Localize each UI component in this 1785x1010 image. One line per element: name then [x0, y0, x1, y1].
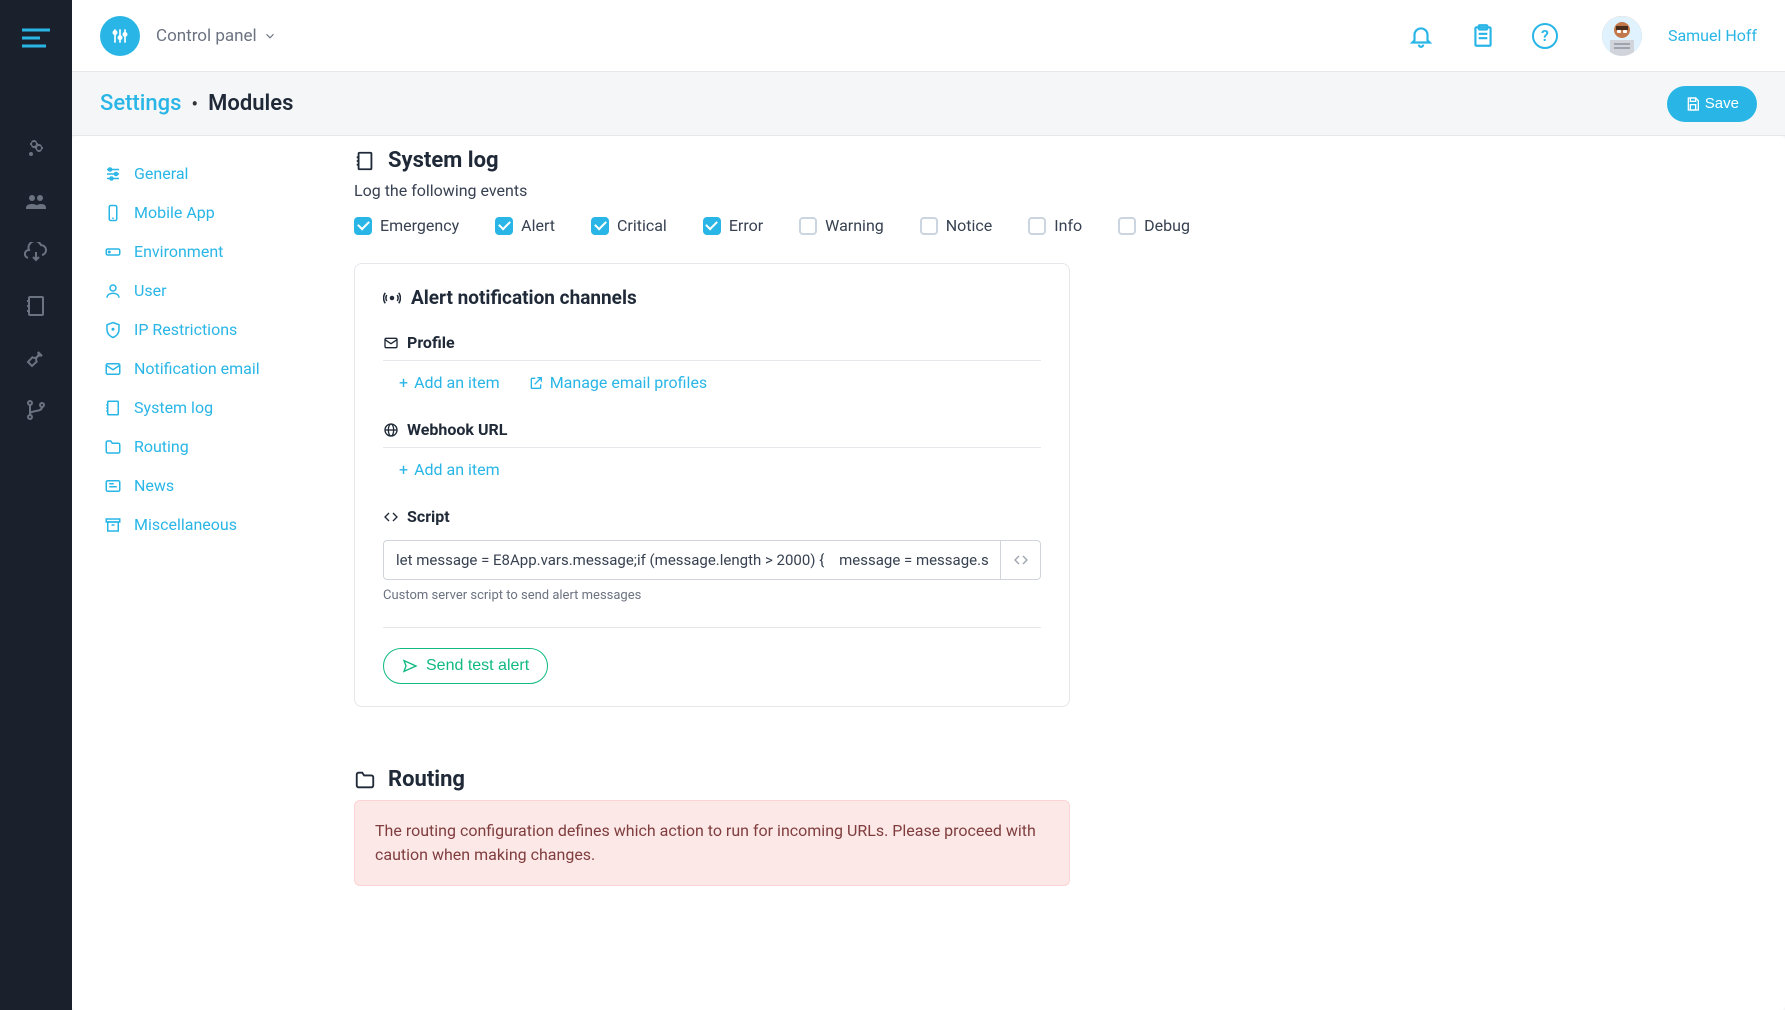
- sidebar-item-email[interactable]: Notification email: [100, 349, 342, 388]
- checkbox-info[interactable]: Info: [1028, 216, 1082, 235]
- save-icon: [1685, 96, 1701, 112]
- external-link-icon: [528, 375, 544, 391]
- sidebar-item-label: Mobile App: [134, 203, 215, 222]
- settings-sidebar: General Mobile App Environment User: [72, 136, 342, 1010]
- breadcrumb-dropdown[interactable]: Control panel: [156, 26, 277, 46]
- plus-icon: +: [399, 460, 408, 479]
- section-title-text: System log: [388, 148, 499, 173]
- log-level-checkboxes: Emergency Alert Critical Error Warning N…: [354, 216, 1745, 235]
- save-button[interactable]: Save: [1667, 86, 1757, 122]
- send-test-button[interactable]: Send test alert: [383, 648, 548, 684]
- settings-body: System log Log the following events Emer…: [342, 136, 1785, 1010]
- routing-warning: The routing configuration defines which …: [354, 800, 1070, 886]
- code-icon: [1013, 552, 1029, 568]
- topbar: Control panel ? Samuel Hoff: [72, 0, 1785, 72]
- menu-toggle-icon[interactable]: [22, 28, 50, 52]
- checkbox-debug[interactable]: Debug: [1118, 216, 1190, 235]
- breadcrumb-current: Modules: [208, 91, 293, 116]
- panel-title: Alert notification channels: [383, 286, 1041, 309]
- send-icon: [402, 658, 418, 674]
- chevron-down-icon: [263, 29, 277, 43]
- add-profile-item-button[interactable]: + Add an item: [399, 373, 500, 392]
- mail-icon: [104, 360, 122, 378]
- sidebar-item-label: News: [134, 476, 174, 495]
- folder-icon: [104, 438, 122, 456]
- sidebar-item-label: Routing: [134, 437, 189, 456]
- sidebar-item-label: System log: [134, 398, 213, 417]
- section-title-routing: Routing: [354, 767, 1745, 792]
- cloud-download-icon[interactable]: [24, 242, 48, 266]
- sidebar-item-label: Miscellaneous: [134, 515, 237, 534]
- sidebar-item-general[interactable]: General: [100, 154, 342, 193]
- log-icon: [104, 399, 122, 417]
- checkbox-error[interactable]: Error: [703, 216, 763, 235]
- app-logo-icon: [100, 16, 140, 56]
- notebook-icon[interactable]: [24, 294, 48, 318]
- users-icon[interactable]: [24, 190, 48, 214]
- checkbox-emergency[interactable]: Emergency: [354, 216, 459, 235]
- script-editor-button[interactable]: [1001, 540, 1041, 580]
- bell-icon[interactable]: [1408, 23, 1434, 49]
- section-title-syslog: System log: [354, 148, 1745, 173]
- breadcrumb-separator: •: [191, 92, 198, 116]
- alert-panel: Alert notification channels Profile + Ad…: [354, 263, 1070, 707]
- code-icon: [383, 509, 399, 525]
- shield-icon: [104, 321, 122, 339]
- mail-icon: [383, 335, 399, 351]
- sidebar-item-environment[interactable]: Environment: [100, 232, 342, 271]
- clipboard-icon[interactable]: [1470, 23, 1496, 49]
- script-label: Script: [383, 507, 1041, 534]
- sidebar-item-syslog[interactable]: System log: [100, 388, 342, 427]
- archive-icon: [104, 516, 122, 534]
- script-hint: Custom server script to send alert messa…: [383, 588, 1041, 603]
- news-icon: [104, 477, 122, 495]
- username[interactable]: Samuel Hoff: [1668, 26, 1757, 45]
- sidebar-item-label: Notification email: [134, 359, 260, 378]
- checkbox-alert[interactable]: Alert: [495, 216, 555, 235]
- sidebar-item-label: User: [134, 281, 167, 300]
- breadcrumb: Settings • Modules Save: [72, 72, 1785, 136]
- plus-icon: +: [399, 373, 408, 392]
- sidebar-item-news[interactable]: News: [100, 466, 342, 505]
- broadcast-icon: [383, 289, 401, 307]
- add-webhook-item-button[interactable]: + Add an item: [399, 460, 500, 479]
- manage-profiles-link[interactable]: Manage email profiles: [528, 373, 708, 392]
- breadcrumb-parent[interactable]: Settings: [100, 91, 181, 116]
- avatar[interactable]: [1602, 16, 1642, 56]
- gears-icon[interactable]: [24, 138, 48, 162]
- sidebar-item-user[interactable]: User: [100, 271, 342, 310]
- sidebar-item-mobile[interactable]: Mobile App: [100, 193, 342, 232]
- script-input[interactable]: [383, 540, 1001, 580]
- save-button-label: Save: [1705, 95, 1739, 112]
- wrench-icon[interactable]: [24, 346, 48, 370]
- sidebar-item-label: General: [134, 164, 188, 183]
- checkbox-warning[interactable]: Warning: [799, 216, 884, 235]
- sidebar-item-misc[interactable]: Miscellaneous: [100, 505, 342, 544]
- user-icon: [104, 282, 122, 300]
- webhook-label: Webhook URL: [383, 420, 1041, 448]
- mobile-icon: [104, 204, 122, 222]
- log-icon: [354, 150, 376, 172]
- topbar-title: Control panel: [156, 26, 257, 46]
- navbar: [0, 0, 72, 1010]
- sidebar-item-ip[interactable]: IP Restrictions: [100, 310, 342, 349]
- globe-icon: [383, 422, 399, 438]
- checkbox-notice[interactable]: Notice: [920, 216, 993, 235]
- branch-icon[interactable]: [24, 398, 48, 422]
- sidebar-item-label: Environment: [134, 242, 223, 261]
- sidebar-item-label: IP Restrictions: [134, 320, 237, 339]
- folder-icon: [354, 769, 376, 791]
- section-subtitle: Log the following events: [354, 181, 1745, 200]
- checkbox-critical[interactable]: Critical: [591, 216, 667, 235]
- profile-label: Profile: [383, 333, 1041, 361]
- help-icon[interactable]: ?: [1532, 23, 1558, 49]
- sliders-icon: [104, 165, 122, 183]
- server-icon: [104, 243, 122, 261]
- sidebar-item-routing[interactable]: Routing: [100, 427, 342, 466]
